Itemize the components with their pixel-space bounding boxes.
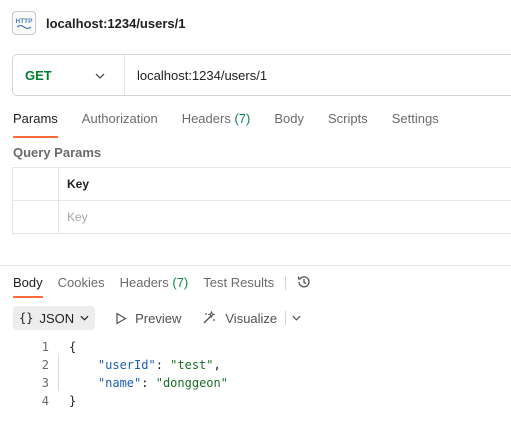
preview-button[interactable]: Preview [115, 311, 181, 326]
chevron-down-icon [80, 315, 89, 321]
toolbar-separator [285, 311, 287, 325]
json-string-value: "donggeon" [155, 376, 228, 390]
url-bar: GET [12, 54, 511, 96]
tab-params[interactable]: Params [13, 108, 58, 138]
code-text: } [69, 394, 77, 408]
line-number: 1 [41, 340, 49, 354]
code-text: "name": "donggeon" [97, 376, 228, 390]
url-input[interactable] [125, 55, 511, 95]
tab-separator [285, 276, 287, 290]
line-number: 2 [41, 358, 49, 372]
visualize-button[interactable]: Visualize [201, 310, 277, 326]
play-icon [115, 311, 135, 325]
response-headers-count: (7) [172, 275, 189, 290]
json-string-value: "test" [170, 358, 214, 372]
indent-guide [58, 355, 59, 391]
tab-authorization[interactable]: Authorization [82, 108, 158, 138]
http-icon: HTTP [12, 11, 36, 35]
tab-settings[interactable]: Settings [392, 108, 439, 138]
request-tabs: Params Authorization Headers (7) Body Sc… [13, 108, 463, 138]
table-header-row: Key [12, 168, 511, 201]
request-name[interactable]: localhost:1234/users/1 [46, 16, 185, 31]
response-tabs: Body Cookies Headers (7) Test Results [13, 272, 312, 298]
response-body-code[interactable]: 1 { 2 "userId": "test", 3 "name": "dongg… [13, 338, 228, 410]
chevron-down-icon [95, 66, 105, 84]
preview-label: Preview [135, 310, 182, 326]
params-table: Key Key [12, 167, 511, 234]
format-dropdown[interactable]: {} JSON [13, 306, 96, 330]
format-label: JSON [39, 310, 75, 326]
key-input[interactable]: Key [59, 201, 511, 233]
json-key: "name" [97, 376, 142, 390]
row-checkbox-cell[interactable] [12, 201, 59, 233]
tab-test-results[interactable]: Test Results [203, 272, 274, 298]
response-toolbar: {} JSON Preview Visualize [13, 306, 301, 330]
visualize-label: Visualize [225, 310, 278, 326]
code-line: 1 { [13, 338, 228, 356]
tab-response-body[interactable]: Body [13, 272, 43, 298]
tab-headers[interactable]: Headers (7) [182, 108, 251, 138]
code-text: { [69, 340, 77, 354]
code-text: "userId": "test", [97, 358, 221, 372]
line-number: 4 [41, 394, 49, 408]
visualize-icon [201, 310, 225, 326]
svg-text:HTTP: HTTP [16, 18, 34, 25]
code-line: 4 } [13, 392, 228, 410]
json-braces-icon: {} [19, 311, 34, 325]
headers-count: (7) [234, 111, 251, 126]
line-number: 3 [41, 376, 49, 390]
checkbox-column-header [12, 168, 59, 200]
tab-scripts[interactable]: Scripts [328, 108, 368, 138]
method-label: GET [25, 67, 52, 83]
pane-divider[interactable] [0, 265, 511, 266]
request-header: HTTP localhost:1234/users/1 [12, 9, 185, 37]
code-line: 2 "userId": "test", [13, 356, 228, 374]
method-selector[interactable]: GET [13, 55, 125, 95]
key-column-header: Key [67, 177, 90, 191]
visualize-options-dropdown[interactable] [292, 315, 301, 321]
tab-body[interactable]: Body [274, 108, 304, 138]
code-line: 3 "name": "donggeon" [13, 374, 228, 392]
query-params-title: Query Params [13, 145, 102, 160]
tab-cookies[interactable]: Cookies [58, 272, 105, 298]
chevron-down-icon [292, 315, 301, 321]
table-row: Key [12, 201, 511, 234]
json-key: "userId" [97, 358, 156, 372]
history-icon[interactable] [296, 274, 312, 295]
tab-response-headers[interactable]: Headers (7) [120, 272, 189, 298]
